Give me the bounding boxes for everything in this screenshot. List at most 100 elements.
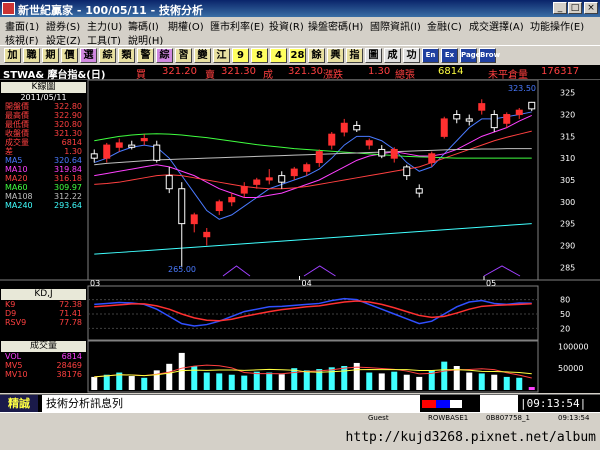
candle-body [478, 103, 486, 111]
toolbar-button[interactable]: 變 [194, 48, 211, 63]
toolbar-button[interactable]: 圖 [365, 48, 382, 63]
toolbar-button[interactable]: 興 [327, 48, 344, 63]
toolbar-button[interactable]: 指 [346, 48, 363, 63]
volume-bar [391, 371, 398, 390]
volume-bar [328, 367, 335, 390]
price-axis-label: 325 [560, 89, 575, 98]
toolbar-button[interactable]: 習 [175, 48, 192, 63]
toolbar-button[interactable]: 28 [289, 48, 306, 63]
volume-bar [403, 374, 410, 390]
stat-label: 成交量 [5, 138, 29, 147]
candle-body [465, 118, 473, 122]
toolbar-button[interactable]: 餘 [308, 48, 325, 63]
candle-body [503, 114, 511, 124]
candle-body [153, 144, 161, 161]
toolbar-button[interactable]: 綜 [156, 48, 173, 63]
signal-triangle [483, 265, 521, 277]
price-axis-label: 320 [560, 111, 575, 120]
ma-line-ma240 [94, 223, 532, 255]
candle-body [415, 188, 423, 194]
toolbar-button[interactable]: 警 [137, 48, 154, 63]
candle-body [528, 101, 536, 110]
candle-body [190, 214, 198, 225]
kd-axis-label: 50 [560, 310, 570, 319]
stat-label: K9 [5, 300, 16, 309]
toolbar-button[interactable]: En [422, 48, 439, 63]
stat-row: MV5 28469 [1, 361, 86, 370]
stat-row: VOL 6814 [1, 352, 86, 361]
price-axis-label: 305 [560, 176, 575, 185]
toolbar-button[interactable]: 選 [80, 48, 97, 63]
candle-body [303, 164, 311, 172]
stat-label: 最低價 [5, 120, 29, 129]
chart-area[interactable]: 325 320 315 310 305 300 295 290 285 03 04 05 323.50 2… [0, 80, 600, 393]
toolbar-button[interactable]: 價 [61, 48, 78, 63]
candle-body [440, 118, 448, 137]
kd-panel: KD,J K9 72.38 D9 71.41 RSV9 77.78 [1, 289, 86, 327]
url-watermark-bar: http://kujd3268.pixnet.net/album [0, 426, 600, 450]
url-watermark: http://kujd3268.pixnet.net/album [345, 430, 596, 445]
volume-axis-label: 50000 [558, 364, 583, 373]
bid-value: 321.20 [162, 66, 197, 77]
volume-bar [278, 374, 285, 390]
stat-value: 6814 [61, 138, 82, 147]
volume-bar [228, 374, 235, 390]
volume-value: 6814 [438, 66, 464, 77]
toolbar-button[interactable]: 綜 [99, 48, 116, 63]
toolbar-button[interactable]: 江 [213, 48, 230, 63]
volume-bar [466, 372, 473, 390]
volume-bar [191, 366, 198, 390]
toolbar-button[interactable]: 期 [42, 48, 59, 63]
candle-body [128, 144, 136, 148]
price-axis-label: 315 [560, 132, 575, 141]
candle-body [115, 142, 123, 148]
menu-bar-secondary: 核視(F) 設定(Z) 工具(T) 說明(H) [0, 31, 600, 47]
signal-triangle [222, 265, 251, 277]
stat-value: 309.97 [54, 183, 82, 192]
stat-row: D9 71.41 [1, 309, 86, 318]
toolbar-button[interactable]: 類 [118, 48, 135, 63]
candle-body [203, 231, 211, 238]
price-axis-label: 285 [560, 263, 575, 272]
chart-svg[interactable]: 325 320 315 310 305 300 295 290 285 03 04 05 323.50 2… [0, 80, 600, 393]
toolbar-button[interactable]: 成 [384, 48, 401, 63]
candle-body [365, 140, 373, 146]
quote-info-bar: STWA& 摩台指&(日) 買 321.20 賣 321.30 成 321.30… [0, 65, 600, 81]
toolbar-button[interactable]: 4 [270, 48, 287, 63]
toolbar-button[interactable]: Brow [479, 48, 500, 63]
status-field [480, 395, 518, 413]
server-field: ROWBASE1 [428, 414, 469, 422]
stat-label: VOL [5, 352, 22, 361]
close-button[interactable]: × [584, 2, 598, 14]
minimize-button[interactable]: _ [553, 2, 567, 14]
stat-label: 開盤價 [5, 102, 29, 111]
maximize-button[interactable]: □ [568, 2, 582, 14]
toolbar-button[interactable]: 功 [403, 48, 420, 63]
ask-value: 321.30 [221, 66, 256, 77]
candle-body [140, 138, 148, 142]
stat-value: 1.30 [64, 147, 82, 156]
stat-value: 320.80 [54, 120, 82, 129]
date-axis-label: 03 [90, 279, 100, 288]
volume-bar [91, 376, 98, 390]
toolbar-button[interactable]: 8 [251, 48, 268, 63]
toolbar: 加職期價選綜類警綜習變江 9 8 4 28 餘興指圖成功 En Ex Page Brow [0, 45, 600, 66]
candle-body [165, 175, 173, 190]
stat-label: MV5 [5, 361, 23, 370]
stat-value: 6814 [61, 352, 82, 361]
stat-value: 77.78 [59, 318, 82, 327]
candle-body [515, 109, 523, 116]
candle-body [90, 153, 98, 159]
toolbar-button[interactable]: 加 [4, 48, 21, 63]
stat-row: RSV9 77.78 [1, 318, 86, 327]
toolbar-button[interactable]: Page [460, 48, 480, 63]
volume-bar [516, 377, 523, 390]
toolbar-button[interactable]: 9 [232, 48, 249, 63]
toolbar-button[interactable]: Ex [441, 48, 458, 63]
toolbar-button[interactable]: 職 [23, 48, 40, 63]
date-axis-label: 05 [486, 279, 496, 288]
kd-axis-label: 20 [560, 324, 570, 333]
symbol-name: STWA& 摩台指&(日) [3, 70, 106, 81]
candle-body [328, 133, 336, 146]
volume-header: 成交量 [1, 341, 86, 352]
